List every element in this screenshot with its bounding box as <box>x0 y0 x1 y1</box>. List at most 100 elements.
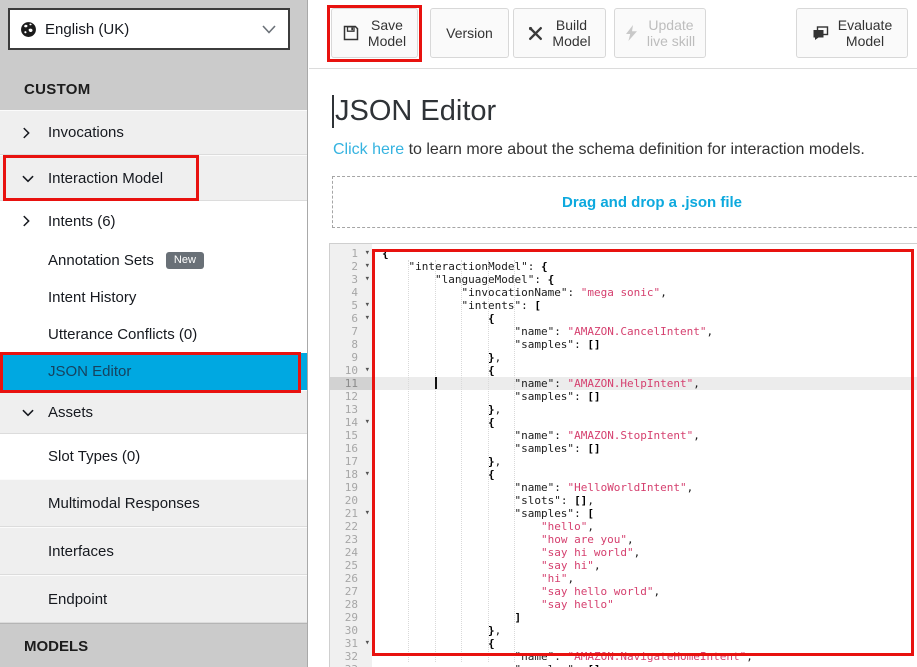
button-label: Version <box>446 25 493 41</box>
build-icon <box>528 26 543 41</box>
line-number: 14▾ <box>330 416 372 429</box>
fold-toggle-icon[interactable]: ▾ <box>365 637 370 650</box>
sidebar-item-label: Intent History <box>48 289 136 306</box>
code-line: "name": "AMAZON.HelpIntent", <box>372 377 917 390</box>
sidebar-item-assets[interactable]: Assets <box>0 390 307 434</box>
code-line: "interactionModel": { <box>372 260 917 273</box>
line-number: 9 <box>330 351 372 364</box>
line-number: 5▾ <box>330 299 372 312</box>
sidebar-item-label: Utterance Conflicts (0) <box>48 326 197 343</box>
indent-guide <box>435 260 436 662</box>
fold-toggle-icon[interactable]: ▾ <box>365 364 370 377</box>
fold-toggle-icon[interactable]: ▾ <box>365 468 370 481</box>
code-line: { <box>372 312 917 325</box>
language-label: English (UK) <box>45 21 262 38</box>
sidebar-item-label: Multimodal Responses <box>48 495 200 512</box>
sidebar-item-interfaces[interactable]: Interfaces <box>0 527 307 575</box>
code-line: "slots": [], <box>372 494 917 507</box>
line-number: 20 <box>330 494 372 507</box>
sidebar-item-json-editor[interactable]: JSON Editor <box>0 353 307 390</box>
click-here-link[interactable]: Click here <box>333 141 404 158</box>
line-number: 12 <box>330 390 372 403</box>
code-line: }, <box>372 624 917 637</box>
sidebar-item-label: Endpoint <box>48 591 107 608</box>
editor-code-area[interactable]: { "interactionModel": { "languageModel":… <box>372 244 917 667</box>
line-number: 21▾ <box>330 507 372 520</box>
line-number: 30 <box>330 624 372 637</box>
sidebar-item-label: JSON Editor <box>48 363 131 380</box>
models-section-header-row: MODELS <box>0 623 307 667</box>
sidebar-item-label: Assets <box>48 404 93 421</box>
schema-help-text: Click here to learn more about the schem… <box>333 141 865 159</box>
code-line: }, <box>372 351 917 364</box>
editor-gutter: 1▾2▾3▾45▾6▾78910▾11121314▾15161718▾19202… <box>330 244 372 667</box>
code-line: { <box>372 247 917 260</box>
globe-icon <box>20 21 37 38</box>
line-number: 27 <box>330 585 372 598</box>
sidebar-item-label: Annotation Sets <box>48 252 154 269</box>
fold-toggle-icon[interactable]: ▾ <box>365 312 370 325</box>
fold-toggle-icon[interactable]: ▾ <box>365 273 370 286</box>
sidebar-item-annotation-sets[interactable]: Annotation SetsNew <box>0 241 307 279</box>
line-number: 25 <box>330 559 372 572</box>
sidebar-item-slot-types-0[interactable]: Slot Types (0) <box>0 434 307 479</box>
page-title: JSON Editor <box>335 95 496 128</box>
line-number: 4 <box>330 286 372 299</box>
line-number: 6▾ <box>330 312 372 325</box>
fold-toggle-icon[interactable]: ▾ <box>365 299 370 312</box>
chevron-down-icon <box>262 25 276 34</box>
build-model-button[interactable]: Build Model <box>513 8 606 58</box>
code-line: "samples": [] <box>372 390 917 403</box>
code-line: "languageModel": { <box>372 273 917 286</box>
button-label: Save Model <box>368 17 406 49</box>
code-line: "hello", <box>372 520 917 533</box>
code-line: ] <box>372 611 917 624</box>
button-label: Build Model <box>552 17 590 49</box>
fold-toggle-icon[interactable]: ▾ <box>365 247 370 260</box>
indent-guide <box>461 260 462 662</box>
sidebar-item-interaction-model[interactable]: Interaction Model <box>0 155 307 201</box>
code-line: "name": "HelloWorldIntent", <box>372 481 917 494</box>
line-number: 31▾ <box>330 637 372 650</box>
line-number: 8 <box>330 338 372 351</box>
toolbar-divider <box>309 68 917 69</box>
chevron-down-icon <box>22 408 34 417</box>
json-dropzone[interactable]: Drag and drop a .json file <box>332 176 917 228</box>
line-number: 24 <box>330 546 372 559</box>
sidebar-item-endpoint[interactable]: Endpoint <box>0 575 307 623</box>
button-label: Update live skill <box>647 17 695 49</box>
line-number: 23 <box>330 533 372 546</box>
code-line: { <box>372 364 917 377</box>
line-number: 2▾ <box>330 260 372 273</box>
sidebar-item-intents-6[interactable]: Intents (6) <box>0 201 307 241</box>
indent-guide <box>488 260 489 662</box>
fold-toggle-icon[interactable]: ▾ <box>365 507 370 520</box>
line-number: 29 <box>330 611 372 624</box>
fold-toggle-icon[interactable]: ▾ <box>365 416 370 429</box>
version-button[interactable]: Version <box>430 8 509 58</box>
line-number: 3▾ <box>330 273 372 286</box>
sidebar-item-multimodal-responses[interactable]: Multimodal Responses <box>0 479 307 527</box>
code-line: "samples": [] <box>372 442 917 455</box>
update-live-skill-button: Update live skill <box>614 8 706 58</box>
sidebar-item-label: Invocations <box>48 124 124 141</box>
sidebar-item-intent-history[interactable]: Intent History <box>0 279 307 316</box>
line-number: 11 <box>330 377 372 390</box>
sidebar-item-utterance-conflicts-0[interactable]: Utterance Conflicts (0) <box>0 316 307 353</box>
fold-toggle-icon[interactable]: ▾ <box>365 260 370 273</box>
code-line: }, <box>372 403 917 416</box>
code-line: "name": "AMAZON.NavigateHomeIntent", <box>372 650 917 663</box>
save-model-button[interactable]: Save Model <box>331 8 418 58</box>
code-line: "how are you", <box>372 533 917 546</box>
code-line: { <box>372 468 917 481</box>
line-number: 32 <box>330 650 372 663</box>
line-number: 17 <box>330 455 372 468</box>
line-number: 19 <box>330 481 372 494</box>
sidebar-item-invocations[interactable]: Invocations <box>0 110 307 155</box>
text-cursor <box>332 95 334 128</box>
chevron-down-icon <box>22 174 34 183</box>
evaluate-model-button[interactable]: Evaluate Model <box>796 8 908 58</box>
json-code-editor[interactable]: 1▾2▾3▾45▾6▾78910▾11121314▾15161718▾19202… <box>329 243 917 667</box>
code-line: "samples": [] <box>372 663 917 667</box>
language-selector[interactable]: English (UK) <box>8 8 290 50</box>
